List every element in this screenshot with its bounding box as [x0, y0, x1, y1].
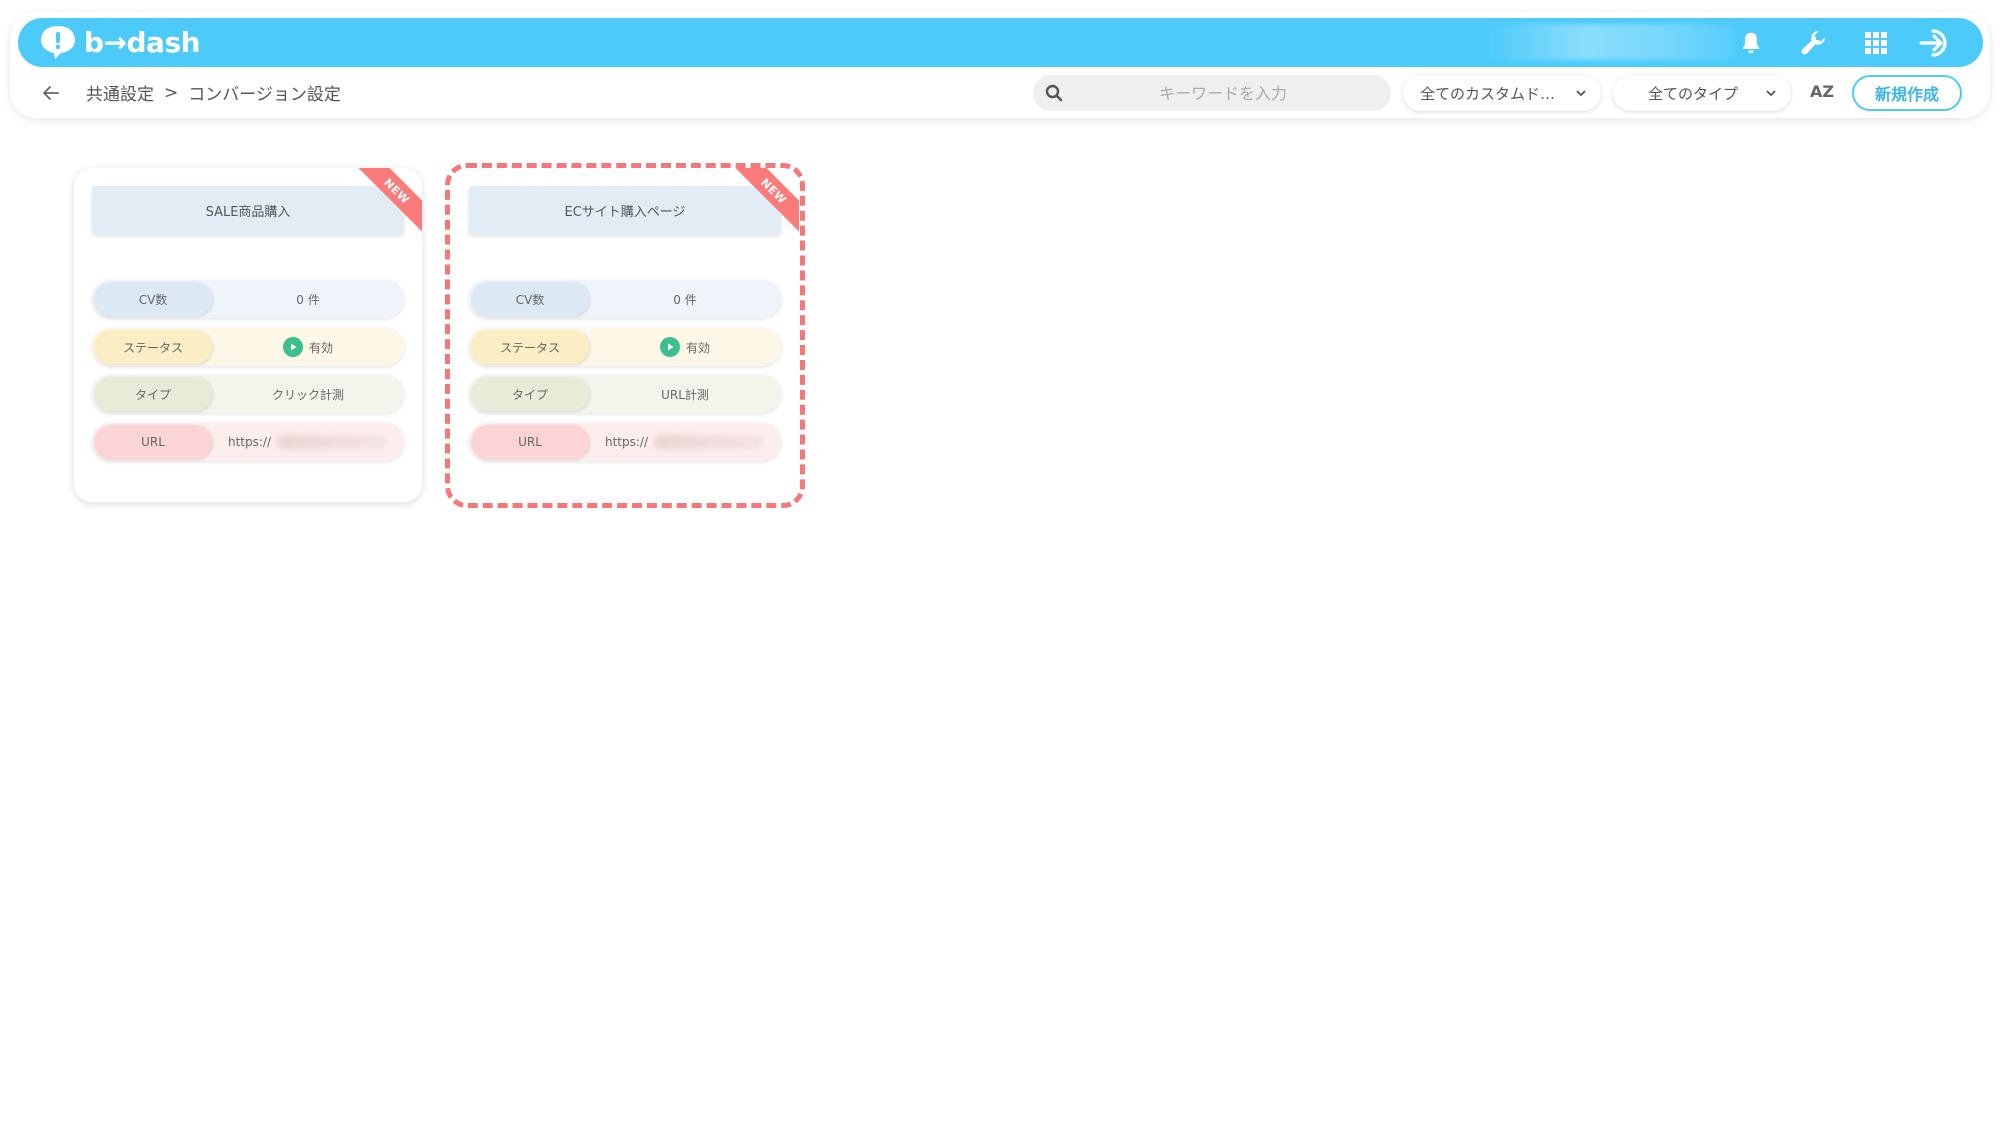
status-label: ステータス	[471, 330, 589, 364]
card-title: ECサイト購入ページ	[469, 186, 781, 234]
notification-button[interactable]	[1736, 28, 1766, 58]
logout-button[interactable]	[1918, 28, 1954, 58]
status-value-container: 有効	[591, 328, 779, 366]
type-label: タイプ	[471, 377, 589, 411]
status-row: ステータス 有効	[92, 328, 404, 366]
cv-count-value: 0 件	[673, 292, 697, 307]
url-value: https://	[228, 435, 272, 449]
type-value: クリック計測	[271, 387, 344, 402]
bell-icon	[1742, 32, 1760, 54]
cv-count-row: CV数 0 件	[469, 280, 781, 318]
breadcrumb-separator: >	[164, 82, 179, 103]
type-value: URL計測	[661, 387, 709, 402]
bdash-logo[interactable]: b→dash	[38, 23, 201, 61]
status-value: 有効	[685, 340, 710, 355]
search-icon	[1045, 84, 1063, 102]
cv-count-value: 0 件	[296, 292, 320, 307]
url-row: URL https://	[469, 423, 781, 461]
arrow-left-icon	[43, 86, 59, 100]
status-value: 有効	[308, 340, 333, 355]
settings-button[interactable]	[1798, 28, 1828, 58]
conversion-card[interactable]: SALE商品購入 NEW CV数 0 件 ステータス 有効 タイプ クリック計測…	[74, 168, 422, 502]
chevron-down-icon	[1766, 90, 1776, 97]
cv-count-label: CV数	[94, 282, 212, 316]
custom-domain-filter-value: 全てのカスタムド…	[1420, 84, 1556, 103]
play-icon	[282, 337, 303, 357]
status-row: ステータス 有効	[469, 328, 781, 366]
apps-button[interactable]	[1861, 28, 1891, 58]
card-title: SALE商品購入	[92, 186, 404, 234]
type-filter[interactable]: 全てのタイプ	[1613, 75, 1791, 111]
user-info-blurred[interactable]	[1486, 24, 1736, 60]
custom-domain-filter[interactable]: 全てのカスタムド…	[1403, 75, 1601, 111]
breadcrumb: 共通設定 > コンバージョン設定	[86, 80, 341, 106]
top-navigation-bar: b→dash	[18, 18, 1983, 67]
status-value-container: 有効	[214, 328, 402, 366]
sort-az-button[interactable]: AZ	[1810, 82, 1834, 101]
status-label: ステータス	[94, 330, 212, 364]
search-input[interactable]	[1073, 75, 1373, 111]
conversion-card-selected[interactable]: ECサイト購入ページ NEW CV数 0 件 ステータス 有効 タイプ URL計…	[451, 168, 799, 502]
url-value: https://	[605, 435, 649, 449]
url-label: URL	[471, 425, 589, 459]
back-button[interactable]	[40, 82, 62, 104]
url-value-container: https://	[591, 423, 779, 461]
url-blurred	[277, 435, 388, 449]
wrench-icon	[1801, 31, 1825, 55]
type-label: タイプ	[94, 377, 212, 411]
create-new-button[interactable]: 新規作成	[1852, 75, 1962, 111]
search-box	[1033, 75, 1391, 111]
logo-text: b→dash	[84, 25, 201, 59]
breadcrumb-parent[interactable]: 共通設定	[86, 80, 154, 105]
breadcrumb-current: コンバージョン設定	[188, 85, 341, 105]
url-row: URL https://	[92, 423, 404, 461]
url-label: URL	[94, 425, 212, 459]
play-icon	[659, 337, 680, 357]
chevron-down-icon	[1576, 90, 1586, 97]
cv-count-row: CV数 0 件	[92, 280, 404, 318]
grid-icon	[1865, 32, 1887, 54]
cv-count-label: CV数	[471, 282, 589, 316]
type-row: タイプ クリック計測	[92, 375, 404, 413]
logout-icon	[1919, 29, 1947, 57]
url-value-container: https://	[214, 423, 402, 461]
url-blurred	[654, 435, 765, 449]
type-filter-value: 全てのタイプ	[1648, 84, 1739, 103]
type-row: タイプ URL計測	[469, 375, 781, 413]
chat-bubble-logo-icon	[41, 26, 75, 59]
